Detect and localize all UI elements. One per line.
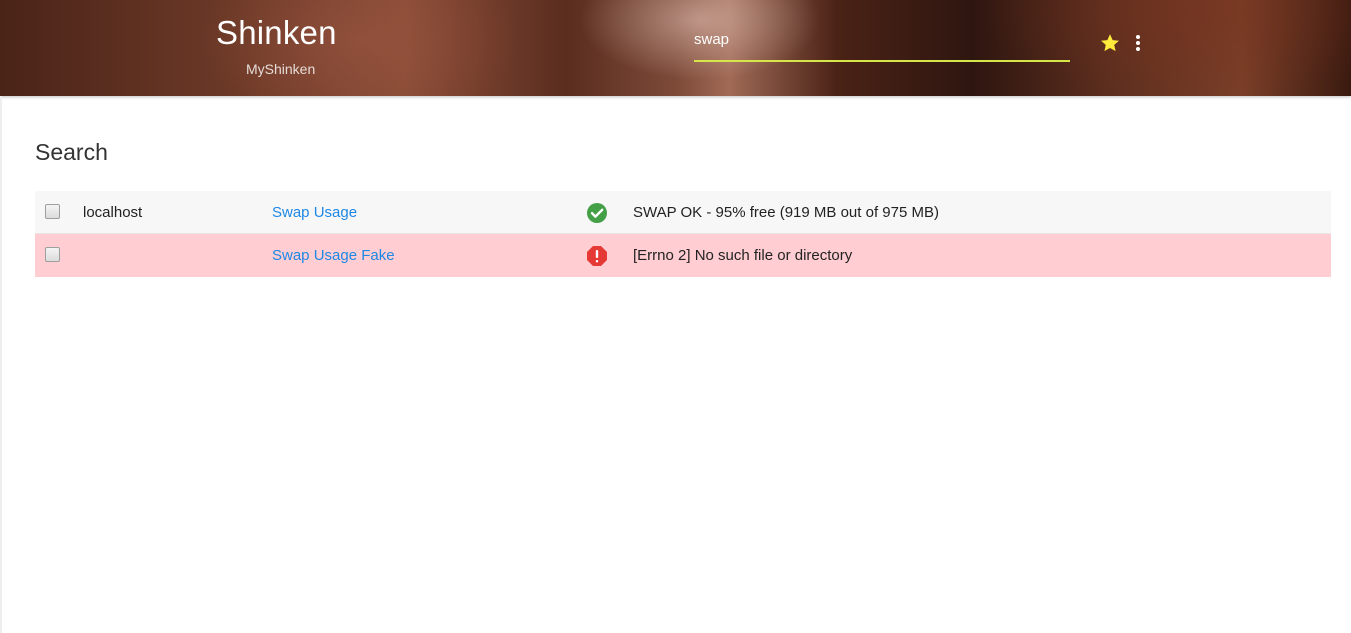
table-row: localhost Swap Usage SWAP OK - 95% free …: [35, 191, 1331, 234]
status-output: SWAP OK - 95% free (919 MB out of 975 MB…: [633, 204, 939, 221]
table-row: Swap Usage Fake [Errno 2] No such file o…: [35, 234, 1331, 277]
page-title: Search: [35, 139, 108, 165]
status-output: [Errno 2] No such file or directory: [633, 247, 853, 264]
left-divider: [0, 96, 2, 633]
row-checkbox[interactable]: [45, 247, 60, 262]
alert-octagon-icon: [587, 246, 607, 266]
service-link[interactable]: Swap Usage Fake: [272, 247, 395, 264]
brand-subtitle: MyShinken: [246, 61, 316, 77]
brand-title[interactable]: Shinken: [216, 14, 337, 52]
more-vert-icon[interactable]: [1129, 32, 1147, 54]
results-table: localhost Swap Usage SWAP OK - 95% free …: [35, 191, 1331, 277]
row-checkbox[interactable]: [45, 204, 60, 219]
search-field[interactable]: [694, 24, 1070, 62]
header-bar: Shinken MyShinken: [0, 0, 1351, 96]
host-name[interactable]: localhost: [83, 204, 142, 221]
star-icon[interactable]: [1099, 32, 1121, 54]
check-circle-icon: [587, 203, 607, 223]
service-link[interactable]: Swap Usage: [272, 204, 357, 221]
search-input[interactable]: [694, 24, 1070, 54]
